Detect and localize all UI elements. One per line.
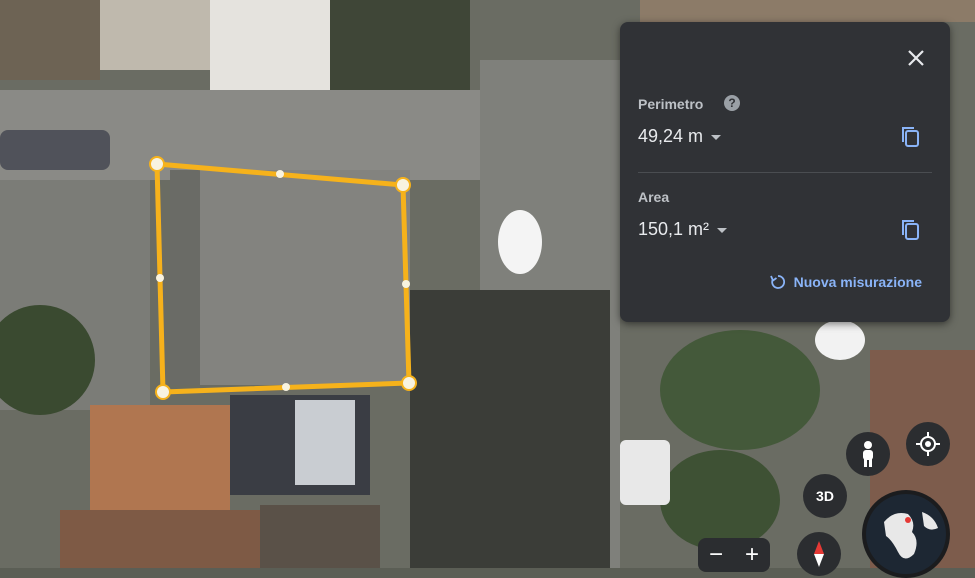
vertex-handle (401, 375, 417, 391)
copy-icon[interactable] (900, 218, 922, 242)
view-3d-button[interactable]: 3D (803, 474, 847, 518)
zoom-out-button[interactable]: − (709, 541, 723, 569)
vertex-handle (149, 156, 165, 172)
new-measurement-button[interactable]: Nuova misurazione (769, 274, 922, 290)
my-location-icon[interactable] (906, 422, 950, 466)
copy-icon[interactable] (900, 125, 922, 149)
midpoint-handle (276, 170, 284, 178)
divider (638, 172, 932, 173)
close-icon[interactable] (904, 46, 928, 70)
area-value-text: 150,1 m² (638, 219, 710, 239)
zoom-in-button[interactable]: + (745, 541, 759, 569)
perimeter-label: Perimetro (638, 96, 704, 112)
globe-icon[interactable] (862, 490, 950, 578)
help-icon[interactable]: ? (724, 95, 740, 111)
refresh-icon (769, 275, 785, 289)
perimeter-value-text: 49,24 m (638, 126, 704, 146)
midpoint-handle (402, 280, 410, 288)
zoom-controls: − + (698, 538, 770, 572)
new-measurement-label: Nuova misurazione (793, 274, 922, 290)
measurement-panel: Perimetro ? 49,24 m Area 150,1 m² Nuova … (620, 22, 950, 322)
midpoint-handle (156, 274, 164, 282)
perimeter-value[interactable]: 49,24 m (638, 126, 722, 147)
view-3d-label: 3D (816, 488, 834, 504)
pegman-icon[interactable] (846, 432, 890, 476)
compass-icon[interactable] (797, 532, 841, 576)
chevron-down-icon (717, 227, 728, 233)
area-label: Area (638, 189, 670, 205)
midpoint-handle (282, 383, 290, 391)
vertex-handle (395, 177, 411, 193)
area-value[interactable]: 150,1 m² (638, 219, 728, 240)
vertex-handle (155, 384, 171, 400)
chevron-down-icon (711, 134, 722, 140)
